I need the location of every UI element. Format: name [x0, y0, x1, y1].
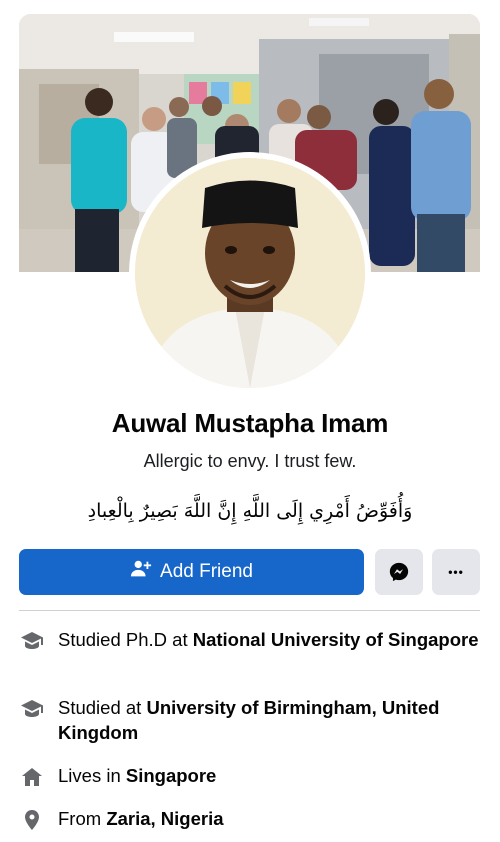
- detail-prefix: Studied Ph.D at: [58, 629, 193, 650]
- more-dots-icon: •••: [448, 565, 464, 579]
- profile-avatar[interactable]: [135, 158, 365, 388]
- graduation-cap-icon: [19, 696, 45, 722]
- add-friend-button[interactable]: Add Friend: [19, 549, 364, 595]
- add-friend-label: Add Friend: [160, 561, 253, 582]
- detail-prefix: Studied at: [58, 697, 147, 718]
- profile-bio: Allergic to envy. I trust few.: [143, 451, 357, 471]
- detail-prefix: Lives in: [58, 765, 126, 786]
- detail-value[interactable]: Singapore: [126, 765, 216, 786]
- detail-prefix: From: [58, 808, 107, 829]
- more-options-button[interactable]: •••: [432, 549, 480, 595]
- section-divider: [19, 610, 480, 611]
- detail-education-birmingham: Studied at University of Birmingham, Uni…: [19, 695, 489, 745]
- messenger-icon: [389, 562, 409, 582]
- detail-value[interactable]: National University of Singapore: [193, 629, 479, 650]
- graduation-cap-icon: [19, 628, 45, 654]
- detail-education-phd: Studied Ph.D at National University of S…: [19, 627, 489, 654]
- profile-name: Auwal Mustapha Imam: [111, 408, 389, 438]
- add-friend-icon: [130, 558, 152, 586]
- message-button[interactable]: [375, 549, 423, 595]
- location-pin-icon: [19, 807, 45, 833]
- detail-from: From Zaria, Nigeria: [19, 806, 489, 833]
- profile-arabic-quote: وَأُفَوِّضُ أَمْرِي إِلَى اللَّهِ إِنَّ …: [87, 500, 413, 522]
- detail-lives-in: Lives in Singapore: [19, 763, 489, 790]
- home-icon: [19, 764, 45, 790]
- detail-value[interactable]: Zaria, Nigeria: [106, 808, 223, 829]
